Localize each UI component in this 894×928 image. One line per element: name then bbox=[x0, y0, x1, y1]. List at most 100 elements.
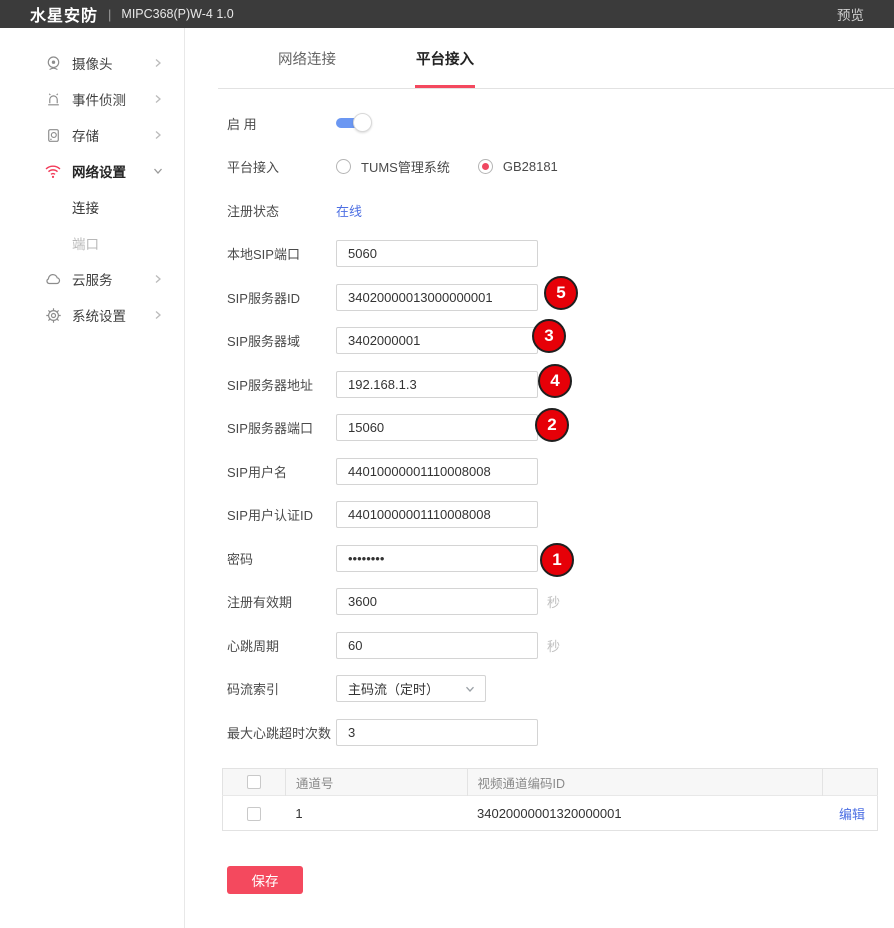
sidebar-item-label: 摄像头 bbox=[72, 53, 152, 73]
field-heartbeat-interval: 心跳周期 秒 bbox=[185, 632, 894, 658]
toggle-knob bbox=[353, 113, 372, 132]
sip-server-port-input[interactable] bbox=[336, 414, 538, 441]
radio-checked-icon bbox=[478, 159, 493, 174]
main-content: 网络连接 平台接入 启 用 平台接入 TUMS管理系统 GB28181 bbox=[185, 28, 894, 928]
stream-index-select[interactable]: 主码流（定时） bbox=[336, 675, 486, 702]
field-label: 本地SIP端口 bbox=[227, 244, 336, 263]
header-action bbox=[823, 769, 878, 796]
field-label: 心跳周期 bbox=[227, 636, 336, 655]
sidebar-item-camera[interactable]: 摄像头 bbox=[0, 45, 184, 81]
sidebar-item-label: 系统设置 bbox=[72, 305, 152, 325]
sidebar-item-event-detection[interactable]: 事件侦测 bbox=[0, 81, 184, 117]
sidebar-item-network-settings[interactable]: 网络设置 bbox=[0, 153, 184, 189]
radio-label: GB28181 bbox=[503, 159, 558, 174]
save-button[interactable]: 保存 bbox=[227, 866, 303, 894]
table-header-row: 通道号 视频通道编码ID bbox=[223, 769, 878, 796]
field-label: 平台接入 bbox=[227, 157, 336, 176]
field-stream-index: 码流索引 主码流（定时） bbox=[185, 676, 894, 702]
heartbeat-interval-input[interactable] bbox=[336, 632, 538, 659]
max-heartbeat-timeout-input[interactable] bbox=[336, 719, 538, 746]
chevron-down-icon bbox=[464, 683, 476, 695]
field-local-sip-port: 本地SIP端口 bbox=[185, 241, 894, 267]
chevron-right-icon bbox=[152, 309, 164, 321]
annotation-badge-2: 2 bbox=[535, 408, 569, 442]
sidebar-subitem-port[interactable]: 端口 bbox=[0, 225, 184, 261]
row-checkbox[interactable] bbox=[247, 807, 261, 821]
radio-label: TUMS管理系统 bbox=[361, 157, 450, 176]
field-label: 注册状态 bbox=[227, 201, 336, 220]
local-sip-port-input[interactable] bbox=[336, 240, 538, 267]
password-input[interactable] bbox=[336, 545, 538, 572]
sip-server-id-input[interactable] bbox=[336, 284, 538, 311]
unit-seconds: 秒 bbox=[547, 592, 560, 611]
header-channel: 通道号 bbox=[285, 769, 467, 796]
top-bar: 水星安防 | MIPC368(P)W-4 1.0 预览 bbox=[0, 0, 894, 28]
chevron-right-icon bbox=[152, 57, 164, 69]
radio-unchecked-icon bbox=[336, 159, 351, 174]
sip-username-input[interactable] bbox=[336, 458, 538, 485]
field-password: 密码 1 bbox=[185, 545, 894, 571]
platform-access-form: 启 用 平台接入 TUMS管理系统 GB28181 注册状态 bbox=[185, 89, 894, 894]
field-label: SIP用户认证ID bbox=[227, 505, 336, 524]
field-label: 密码 bbox=[227, 549, 336, 568]
field-registration-status: 注册状态 在线 bbox=[185, 197, 894, 223]
annotation-badge-3: 3 bbox=[532, 319, 566, 353]
field-sip-server-port: SIP服务器端口 2 bbox=[185, 415, 894, 441]
field-enable: 启 用 bbox=[185, 110, 894, 136]
annotation-badge-1: 1 bbox=[540, 543, 574, 577]
field-label: SIP服务器ID bbox=[227, 288, 336, 307]
header-video-channel-id: 视频通道编码ID bbox=[467, 769, 823, 796]
camera-icon bbox=[44, 54, 62, 72]
sip-user-auth-id-input[interactable] bbox=[336, 501, 538, 528]
tab-network-connection[interactable]: 网络连接 bbox=[278, 28, 336, 88]
field-platform-access: 平台接入 TUMS管理系统 GB28181 bbox=[185, 154, 894, 180]
sidebar-item-label: 存储 bbox=[72, 125, 152, 145]
registration-status-value[interactable]: 在线 bbox=[336, 201, 362, 220]
sidebar-subitem-label: 端口 bbox=[72, 233, 99, 253]
enable-toggle[interactable] bbox=[336, 117, 368, 129]
tab-platform-access[interactable]: 平台接入 bbox=[416, 28, 474, 88]
radio-option-tums[interactable]: TUMS管理系统 bbox=[336, 157, 450, 176]
select-all-checkbox[interactable] bbox=[247, 775, 261, 789]
sip-server-domain-input[interactable] bbox=[336, 327, 538, 354]
field-label: 启 用 bbox=[227, 114, 336, 133]
sidebar-subitem-label: 连接 bbox=[72, 197, 99, 217]
field-label: SIP服务器域 bbox=[227, 331, 336, 350]
sidebar-item-storage[interactable]: 存储 bbox=[0, 117, 184, 153]
sidebar-subitem-connection[interactable]: 连接 bbox=[0, 189, 184, 225]
annotation-badge-4: 4 bbox=[538, 364, 572, 398]
brand-logo: 水星安防 bbox=[30, 2, 98, 26]
table-row: 1 34020000001320000001 编辑 bbox=[223, 796, 878, 831]
sidebar-item-label: 云服务 bbox=[72, 269, 152, 289]
cloud-icon bbox=[44, 270, 62, 288]
edit-link[interactable]: 编辑 bbox=[839, 807, 865, 822]
field-sip-username: SIP用户名 bbox=[185, 458, 894, 484]
chevron-right-icon bbox=[152, 93, 164, 105]
sidebar: 摄像头 事件侦测 存储 bbox=[0, 28, 185, 928]
logo-divider: | bbox=[108, 7, 111, 22]
field-register-valid-period: 注册有效期 秒 bbox=[185, 589, 894, 615]
sidebar-item-label: 网络设置 bbox=[72, 161, 152, 181]
wifi-icon bbox=[44, 162, 62, 180]
field-max-heartbeat-timeout: 最大心跳超时次数 bbox=[185, 719, 894, 745]
cell-action: 编辑 bbox=[823, 796, 878, 831]
chevron-right-icon bbox=[152, 273, 164, 285]
field-label: 最大心跳超时次数 bbox=[227, 723, 336, 742]
sip-server-address-input[interactable] bbox=[336, 371, 538, 398]
cell-video-channel-id: 34020000001320000001 bbox=[467, 796, 823, 831]
radio-option-gb28181[interactable]: GB28181 bbox=[478, 159, 558, 174]
alarm-icon bbox=[44, 90, 62, 108]
sidebar-item-cloud-service[interactable]: 云服务 bbox=[0, 261, 184, 297]
annotation-badge-5: 5 bbox=[544, 276, 578, 310]
field-sip-server-id: SIP服务器ID 5 bbox=[185, 284, 894, 310]
field-label: 注册有效期 bbox=[227, 592, 336, 611]
register-valid-period-input[interactable] bbox=[336, 588, 538, 615]
sidebar-item-system-settings[interactable]: 系统设置 bbox=[0, 297, 184, 333]
preview-link[interactable]: 预览 bbox=[837, 4, 864, 24]
storage-icon bbox=[44, 126, 62, 144]
field-sip-user-auth-id: SIP用户认证ID bbox=[185, 502, 894, 528]
chevron-right-icon bbox=[152, 129, 164, 141]
field-sip-server-domain: SIP服务器域 3 bbox=[185, 328, 894, 354]
sidebar-item-label: 事件侦测 bbox=[72, 89, 152, 109]
tab-bar: 网络连接 平台接入 bbox=[218, 28, 894, 89]
